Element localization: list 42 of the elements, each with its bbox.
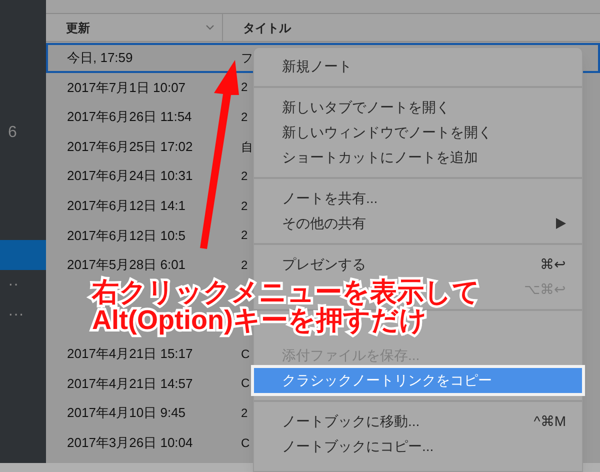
updated-cell-text: 2017年4月21日 15:17 [66,344,194,363]
column-header[interactable]: タイトル [243,18,291,36]
menu-item[interactable]: その他の共有 [254,211,582,236]
title-cell-text: 2 [240,79,248,96]
title-cell-text: C [240,434,250,452]
updated-cell-text: 2017年6月12日 10:5 [66,226,187,245]
title-cell-text: 2 [240,404,248,422]
title-cell-text: C [240,346,250,363]
title-cell-text: 2 [240,227,248,244]
updated-cell-text: 2017年3月26日 10:04 [66,434,194,452]
menu-item[interactable]: ノートブックにコピー... [254,434,582,459]
menu-item[interactable]: プレゼンする ⌘↩ [254,252,582,277]
sidebar-item[interactable]: ·· [0,270,46,300]
updated-cell-text: 2017年4月21日 14:57 [66,374,194,393]
updated-cell-text: 2017年6月25日 17:02 [66,138,194,156]
menu-item[interactable]: 新しいウィンドウでノートを開く [254,120,582,145]
title-cell-text: 2 [240,168,248,186]
title-cell-text: フ [240,50,253,67]
title-cell-text: 2 [240,198,248,215]
updated-cell-text: 2017年6月24日 10:31 [66,167,194,186]
sidebar-item[interactable]: ··· [0,300,46,330]
updated-cell-text: 2017年4月10日 9:45 [66,404,187,422]
title-cell-text: C [240,375,250,392]
menu-item[interactable]: ショートカットにノートを追加 [254,145,582,170]
updated-cell-text: 2017年6月26日 11:54 [66,108,193,126]
annotation-text: Alt(Option)キーを押すだけ [92,306,427,334]
title-cell-text: 2 [240,256,248,274]
menu-item[interactable]: 新しいタブでノートを開く [254,95,582,120]
sort-chevron-icon[interactable] [206,25,214,30]
updated-cell-text: 2017年5月28日 6:01 [66,256,187,274]
updated-cell-text: 2017年6月12日 14:1 [66,197,187,216]
menu-item[interactable]: ノートブックに移動... ^⌘M [254,409,582,434]
menu-item[interactable]: 新規ノート [254,54,582,79]
sidebar-item[interactable]: 6 [0,118,46,148]
title-cell-text: 2 [240,108,248,126]
title-cell-text: 自 [240,138,253,156]
menu-item[interactable]: ノートを共有... [254,186,582,211]
updated-cell-text: 今日, 17:59 [66,49,134,68]
updated-cell-text: 2017年7月1日 10:07 [66,78,187,97]
annotation-text: 右クリックメニューを表示して [92,278,480,306]
menu-item[interactable]: クラシックノートリンクをコピー [254,368,582,393]
column-header[interactable]: 更新 [66,18,90,36]
